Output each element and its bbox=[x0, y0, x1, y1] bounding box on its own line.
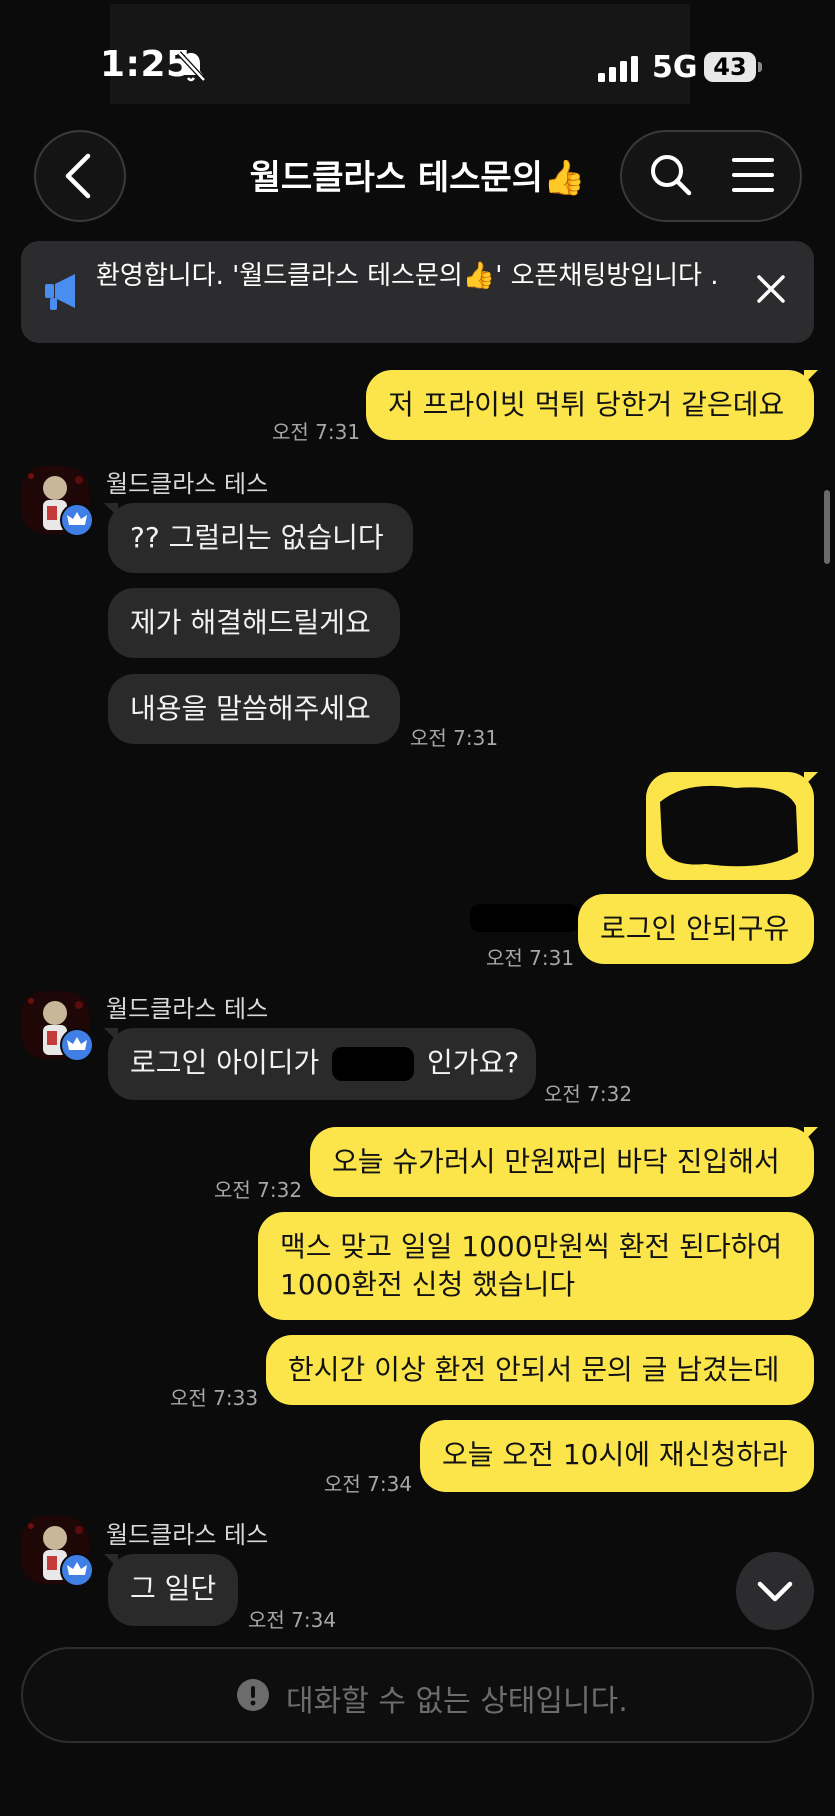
message-time: 오전 7:32 bbox=[544, 1082, 633, 1106]
network-label: 5G bbox=[652, 50, 698, 85]
my-message[interactable]: 오늘 오전 10시에 재신청하라 bbox=[420, 1420, 814, 1492]
their-message[interactable]: 내용을 말씀해주세요 bbox=[108, 674, 400, 744]
message-time: 오전 7:34 bbox=[324, 1472, 413, 1496]
my-message[interactable]: 한시간 이상 환전 안되서 문의 글 남겼는데 bbox=[266, 1335, 814, 1405]
scrollbar[interactable] bbox=[824, 490, 830, 564]
crown-icon bbox=[60, 1553, 94, 1587]
input-status-text: 대화할 수 없는 상태입니다. bbox=[286, 1684, 628, 1719]
message-time: 오전 7:31 bbox=[410, 726, 499, 750]
their-message[interactable]: 로그인 아이디가 인가요? bbox=[108, 1028, 536, 1100]
back-arrow-icon bbox=[65, 153, 91, 199]
bubble-tail bbox=[804, 772, 818, 786]
message-time: 오전 7:31 bbox=[486, 946, 575, 970]
message-line: 맥스 맞고 일일 1000만원씩 환전 된다하여 bbox=[280, 1230, 783, 1263]
message-time: 오전 7:31 bbox=[272, 420, 361, 444]
my-message[interactable]: 저 프라이빗 먹튀 당한거 같은데요 bbox=[366, 370, 814, 440]
redacted-scribble bbox=[470, 904, 580, 932]
notice-text: 환영합니다. '월드클라스 테스문의👍' 오픈채팅방입니다 . bbox=[96, 261, 719, 291]
sender-name: 월드클라스 테스 bbox=[106, 995, 269, 1023]
bubble-tail bbox=[804, 1127, 818, 1141]
crown-icon bbox=[60, 503, 94, 537]
header-actions bbox=[620, 130, 802, 222]
message-time: 오전 7:33 bbox=[170, 1386, 259, 1410]
their-message[interactable]: ?? 그럴리는 없습니다 bbox=[108, 503, 413, 573]
bubble-tail bbox=[804, 370, 818, 384]
bell-slash-icon bbox=[176, 50, 206, 88]
message-text-before: 로그인 아이디가 bbox=[130, 1046, 320, 1079]
sender-name: 월드클라스 테스 bbox=[106, 470, 269, 498]
back-button[interactable] bbox=[34, 130, 126, 222]
close-icon[interactable] bbox=[756, 274, 786, 308]
their-message[interactable]: 제가 해결해드릴게요 bbox=[108, 588, 400, 658]
sender-name: 월드클라스 테스 bbox=[106, 1521, 269, 1549]
battery-indicator: 43 bbox=[704, 52, 756, 82]
redacted-image-message[interactable] bbox=[646, 772, 814, 880]
megaphone-icon bbox=[44, 272, 80, 316]
my-message[interactable]: 오늘 슈가러시 만원짜리 바닥 진입해서 bbox=[310, 1127, 814, 1197]
menu-icon[interactable] bbox=[732, 156, 774, 198]
redacted-id bbox=[332, 1047, 415, 1081]
their-message[interactable]: 그 일단 bbox=[108, 1554, 238, 1626]
crown-icon bbox=[60, 1028, 94, 1062]
my-message[interactable]: 로그인 안되구유 bbox=[578, 894, 814, 964]
message-time: 오전 7:32 bbox=[214, 1178, 303, 1202]
scroll-to-bottom-button[interactable] bbox=[736, 1552, 814, 1630]
alert-icon bbox=[236, 1678, 270, 1716]
message-time: 오전 7:34 bbox=[248, 1608, 337, 1632]
message-text-after: 인가요? bbox=[427, 1046, 520, 1079]
message-line: 1000환전 신청 했습니다 bbox=[280, 1268, 576, 1301]
my-message[interactable]: 맥스 맞고 일일 1000만원씩 환전 된다하여 1000환전 신청 했습니다 bbox=[258, 1212, 814, 1320]
chat-room-title: 월드클라스 테스문의👍 bbox=[249, 158, 586, 198]
search-icon[interactable] bbox=[648, 152, 694, 202]
battery-cap bbox=[758, 62, 762, 72]
signal-icon bbox=[598, 56, 640, 86]
chevron-down-icon bbox=[757, 1581, 793, 1602]
